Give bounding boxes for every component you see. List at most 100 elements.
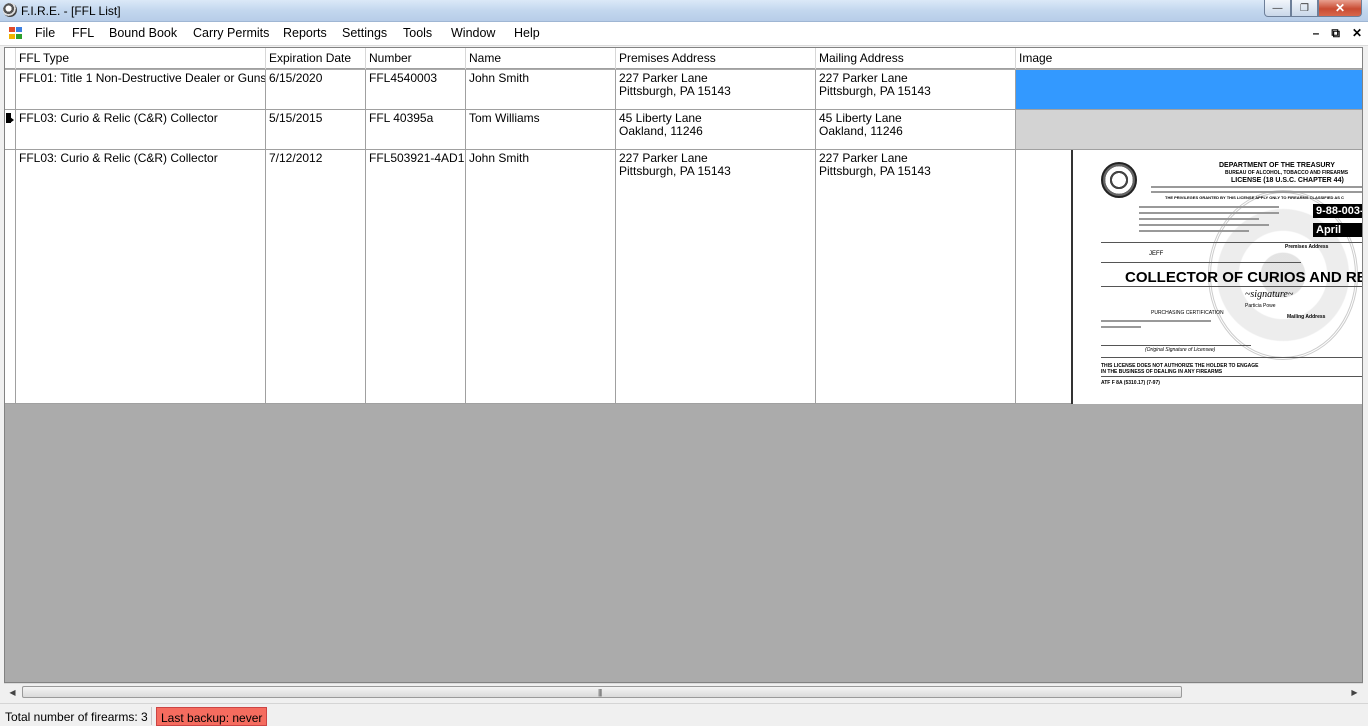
menu-ffl[interactable]: FFL xyxy=(72,26,94,40)
license-image[interactable]: DEPARTMENT OF THE TREASURY BUREAU OF ALC… xyxy=(1071,150,1363,404)
row-header[interactable] xyxy=(5,150,16,403)
doc-text-line xyxy=(1139,230,1249,232)
doc-text-line xyxy=(1101,320,1211,322)
column-header-number[interactable]: Number xyxy=(366,48,466,69)
restore-icon: ❐ xyxy=(1300,2,1309,14)
menu-help[interactable]: Help xyxy=(514,26,540,40)
column-header-premises[interactable]: Premises Address xyxy=(616,48,816,69)
doc-rule xyxy=(1101,376,1362,377)
close-button[interactable]: ✕ xyxy=(1318,0,1362,17)
cell-mailing[interactable]: 227 Parker Lane Pittsburgh, PA 15143 xyxy=(816,70,1016,109)
doc-dept: DEPARTMENT OF THE TREASURY xyxy=(1219,162,1335,169)
menu-carry-permits[interactable]: Carry Permits xyxy=(193,26,269,40)
doc-text-line xyxy=(1139,224,1269,226)
current-row-pointer-icon xyxy=(6,113,14,123)
treasury-seal-icon xyxy=(1101,162,1137,198)
cell-name[interactable]: Tom Williams xyxy=(466,110,616,149)
doc-purchasing: PURCHASING CERTIFICATION xyxy=(1151,310,1224,316)
title-bar: F.I.R.E. - [FFL List] — ❐ ✕ xyxy=(0,0,1368,22)
cell-expiration[interactable]: 6/15/2020 xyxy=(266,70,366,109)
table-row[interactable]: FFL01: Title 1 Non-Destructive Dealer or… xyxy=(5,70,1362,110)
maximize-button[interactable]: ❐ xyxy=(1291,0,1318,17)
cell-premises[interactable]: 227 Parker Lane Pittsburgh, PA 15143 xyxy=(616,150,816,403)
cell-number[interactable]: FFL4540003 xyxy=(366,70,466,109)
backup-status-badge[interactable]: Last backup: never xyxy=(156,707,268,726)
column-header-ffl-type[interactable]: FFL Type xyxy=(16,48,266,69)
cell-ffl-type[interactable]: FFL01: Title 1 Non-Destructive Dealer or… xyxy=(16,70,266,109)
column-header-image[interactable]: Image xyxy=(1016,48,1362,69)
column-header-name[interactable]: Name xyxy=(466,48,616,69)
header-corner[interactable] xyxy=(5,48,16,69)
cell-image-empty[interactable] xyxy=(1016,110,1362,149)
scroll-left-arrow-icon[interactable]: ◀ xyxy=(4,685,21,700)
doc-license-type: COLLECTOR OF CURIOS AND RE xyxy=(1125,269,1363,286)
doc-expiration-month: April xyxy=(1313,223,1362,237)
table-row[interactable]: FFL03: Curio & Relic (C&R) Collector 5/1… xyxy=(5,110,1362,150)
mailing-city: Pittsburgh, PA 15143 xyxy=(819,164,931,178)
row-header[interactable] xyxy=(5,70,16,109)
cell-image-selected[interactable] xyxy=(1016,70,1362,109)
doc-license-number: 9-88-003- xyxy=(1313,204,1362,218)
window-title: F.I.R.E. - [FFL List] xyxy=(21,4,121,18)
menu-reports[interactable]: Reports xyxy=(283,26,327,40)
minimize-button[interactable]: — xyxy=(1264,0,1291,17)
doc-rule xyxy=(1101,345,1251,346)
grip-icon: ||| xyxy=(598,688,602,697)
ffl-grid[interactable]: FFL Type Expiration Date Number Name Pre… xyxy=(4,47,1363,683)
cell-number[interactable]: FFL 40395a xyxy=(366,110,466,149)
premises-city: Pittsburgh, PA 15143 xyxy=(619,84,731,98)
menu-bound-book[interactable]: Bound Book xyxy=(109,26,177,40)
doc-rule xyxy=(1101,357,1362,358)
mdi-child-icon[interactable] xyxy=(9,27,23,40)
cell-mailing[interactable]: 45 Liberty Lane Oakland, 11246 xyxy=(816,110,1016,149)
cell-premises[interactable]: 45 Liberty Lane Oakland, 11246 xyxy=(616,110,816,149)
doc-privileges: THE PRIVILEGES GRANTED BY THIS LICENSE A… xyxy=(1165,195,1344,200)
mailing-city: Oakland, 11246 xyxy=(819,124,903,138)
cell-ffl-type[interactable]: FFL03: Curio & Relic (C&R) Collector xyxy=(16,150,266,403)
doc-premises-label: Premises Address xyxy=(1285,244,1329,250)
window-controls: — ❐ ✕ xyxy=(1264,0,1362,18)
firearm-count: Total number of firearms: 3 xyxy=(2,707,152,725)
doc-text-line xyxy=(1139,212,1279,214)
cell-mailing[interactable]: 227 Parker Lane Pittsburgh, PA 15143 xyxy=(816,150,1016,403)
doc-rule xyxy=(1101,286,1362,287)
doc-text-line xyxy=(1151,186,1362,188)
mdi-restore-icon[interactable]: ⧉ xyxy=(1331,26,1340,41)
menu-settings[interactable]: Settings xyxy=(342,26,387,40)
column-header-expiration[interactable]: Expiration Date xyxy=(266,48,366,69)
doc-text-line xyxy=(1151,191,1362,193)
mdi-close-icon[interactable]: ✕ xyxy=(1352,26,1362,41)
mailing-city: Pittsburgh, PA 15143 xyxy=(819,84,931,98)
row-header-current[interactable] xyxy=(5,110,16,149)
doc-form-number: ATF F 8A (5310.17) (7-97) xyxy=(1101,380,1160,386)
cell-number[interactable]: FFL503921-4AD1 xyxy=(366,150,466,403)
doc-signer: Particia Powe xyxy=(1245,303,1276,309)
mdi-minimize-icon[interactable]: – xyxy=(1313,26,1320,41)
cell-name[interactable]: John Smith xyxy=(466,150,616,403)
close-icon: ✕ xyxy=(1334,1,1346,15)
premises-city: Pittsburgh, PA 15143 xyxy=(619,164,731,178)
cell-expiration[interactable]: 5/15/2015 xyxy=(266,110,366,149)
menu-window[interactable]: Window xyxy=(451,26,495,40)
doc-mailing-label: Mailing Address xyxy=(1287,314,1326,320)
doc-rule xyxy=(1101,242,1362,243)
doc-name: JEFF xyxy=(1149,251,1164,257)
scroll-thumb[interactable]: ||| xyxy=(22,686,1182,698)
cell-ffl-type[interactable]: FFL03: Curio & Relic (C&R) Collector xyxy=(16,110,266,149)
scroll-right-arrow-icon[interactable]: ▶ xyxy=(1346,685,1363,700)
grid-header: FFL Type Expiration Date Number Name Pre… xyxy=(5,48,1362,69)
minimize-icon: — xyxy=(1272,2,1283,14)
doc-signature: ~signature~ xyxy=(1245,289,1294,300)
column-header-mailing[interactable]: Mailing Address xyxy=(816,48,1016,69)
cell-premises[interactable]: 227 Parker Lane Pittsburgh, PA 15143 xyxy=(616,70,816,109)
cell-expiration[interactable]: 7/12/2012 xyxy=(266,150,366,403)
app-icon[interactable] xyxy=(3,3,17,17)
doc-warning-2: IN THE BUSINESS OF DEALING IN ANY FIREAR… xyxy=(1101,369,1223,375)
cell-name[interactable]: John Smith xyxy=(466,70,616,109)
doc-text-line xyxy=(1139,206,1279,208)
premises-city: Oakland, 11246 xyxy=(619,124,703,138)
menu-file[interactable]: File xyxy=(35,26,55,40)
menu-tools[interactable]: Tools xyxy=(403,26,432,40)
doc-text-line xyxy=(1139,218,1259,220)
horizontal-scrollbar[interactable]: ◀ ||| ▶ xyxy=(4,683,1363,700)
